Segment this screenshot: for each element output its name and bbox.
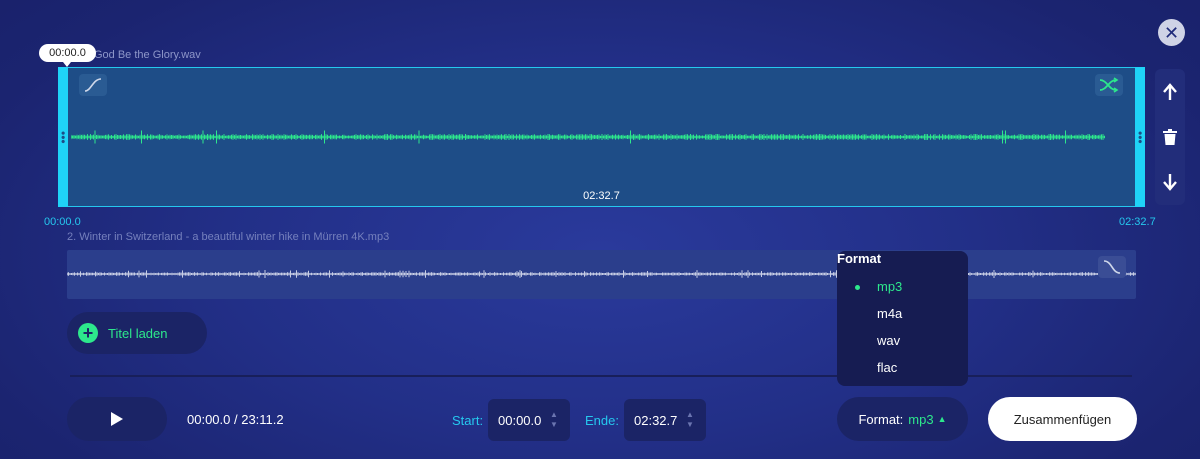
format-selected-value: mp3 xyxy=(908,411,934,427)
end-time-field[interactable]: 02:32.7 ▲ ▼ xyxy=(624,399,706,441)
move-down-button[interactable] xyxy=(1158,170,1182,194)
fade-out-icon xyxy=(1103,260,1121,274)
track1-waveform xyxy=(71,130,1105,144)
move-up-button[interactable] xyxy=(1158,80,1182,104)
track2-waveform xyxy=(67,269,1136,279)
merge-button[interactable]: Zusammenfügen xyxy=(988,397,1137,441)
shuffle-icon xyxy=(1099,77,1119,93)
play-icon xyxy=(111,412,123,426)
shuffle-button[interactable] xyxy=(1095,74,1123,96)
track1-duration: 02:32.7 xyxy=(583,190,620,202)
fade-in-button[interactable] xyxy=(79,74,107,96)
start-time-field[interactable]: 00:00.0 ▲ ▼ xyxy=(488,399,570,441)
chevron-down-icon[interactable]: ▼ xyxy=(686,420,694,430)
format-dropdown-title: Format xyxy=(837,251,882,266)
fade-out-button[interactable] xyxy=(1098,256,1126,278)
format-select-button[interactable]: Format: mp3 ▲ xyxy=(837,397,968,441)
close-button[interactable]: ✕ xyxy=(1158,19,1185,46)
grip-icon: ••• xyxy=(1133,130,1147,144)
start-label: Start: xyxy=(452,413,484,428)
end-time-value: 02:32.7 xyxy=(634,412,678,428)
end-time-stepper[interactable]: ▲ ▼ xyxy=(686,410,694,430)
caret-up-icon: ▲ xyxy=(937,414,947,424)
playback-timecode: 00:00.0 / 23:11.2 xyxy=(187,412,284,427)
format-option-wav[interactable]: wav xyxy=(877,333,900,348)
format-option-m4a[interactable]: m4a xyxy=(877,306,902,321)
chevron-up-icon[interactable]: ▲ xyxy=(686,410,694,420)
track1-start-handle[interactable]: ••• xyxy=(56,67,70,207)
start-time-stepper[interactable]: ▲ ▼ xyxy=(550,410,558,430)
load-title-label: Titel laden xyxy=(108,325,168,341)
track1-end-handle[interactable]: ••• xyxy=(1133,67,1147,207)
track2-title: 2. Winter in Switzerland - a beautiful w… xyxy=(67,231,390,243)
playhead-time-bubble: 00:00.0 xyxy=(39,44,96,67)
format-dropdown: Format mp3 m4a wav flac xyxy=(837,251,968,386)
trash-icon xyxy=(1163,128,1177,145)
divider xyxy=(70,375,1132,377)
start-time-value: 00:00.0 xyxy=(498,412,542,428)
format-option-mp3[interactable]: mp3 xyxy=(877,279,902,294)
track1-title: God Be the Glory.wav xyxy=(94,49,201,61)
delete-track-button[interactable] xyxy=(1158,125,1182,149)
chevron-down-icon[interactable]: ▼ xyxy=(550,420,558,430)
format-label: Format: xyxy=(858,411,904,427)
play-button[interactable] xyxy=(67,397,167,441)
arrow-down-icon xyxy=(1163,174,1177,192)
grip-icon: ••• xyxy=(56,130,70,144)
close-icon: ✕ xyxy=(1163,22,1180,43)
range-end-time: 02:32.7 xyxy=(1119,216,1156,228)
track2-region[interactable] xyxy=(67,250,1136,299)
arrow-up-icon xyxy=(1163,82,1177,100)
track-actions-panel xyxy=(1155,69,1185,205)
end-label: Ende: xyxy=(585,413,619,428)
plus-icon: + xyxy=(78,323,98,343)
load-title-button[interactable]: + Titel laden xyxy=(67,312,207,354)
chevron-up-icon[interactable]: ▲ xyxy=(550,410,558,420)
fade-in-icon xyxy=(84,78,102,92)
track1-region[interactable]: ••• ••• 02:32.7 xyxy=(56,67,1147,207)
range-start-time: 00:00.0 xyxy=(44,216,81,228)
format-option-flac[interactable]: flac xyxy=(877,360,897,375)
selected-dot-icon xyxy=(855,285,860,290)
